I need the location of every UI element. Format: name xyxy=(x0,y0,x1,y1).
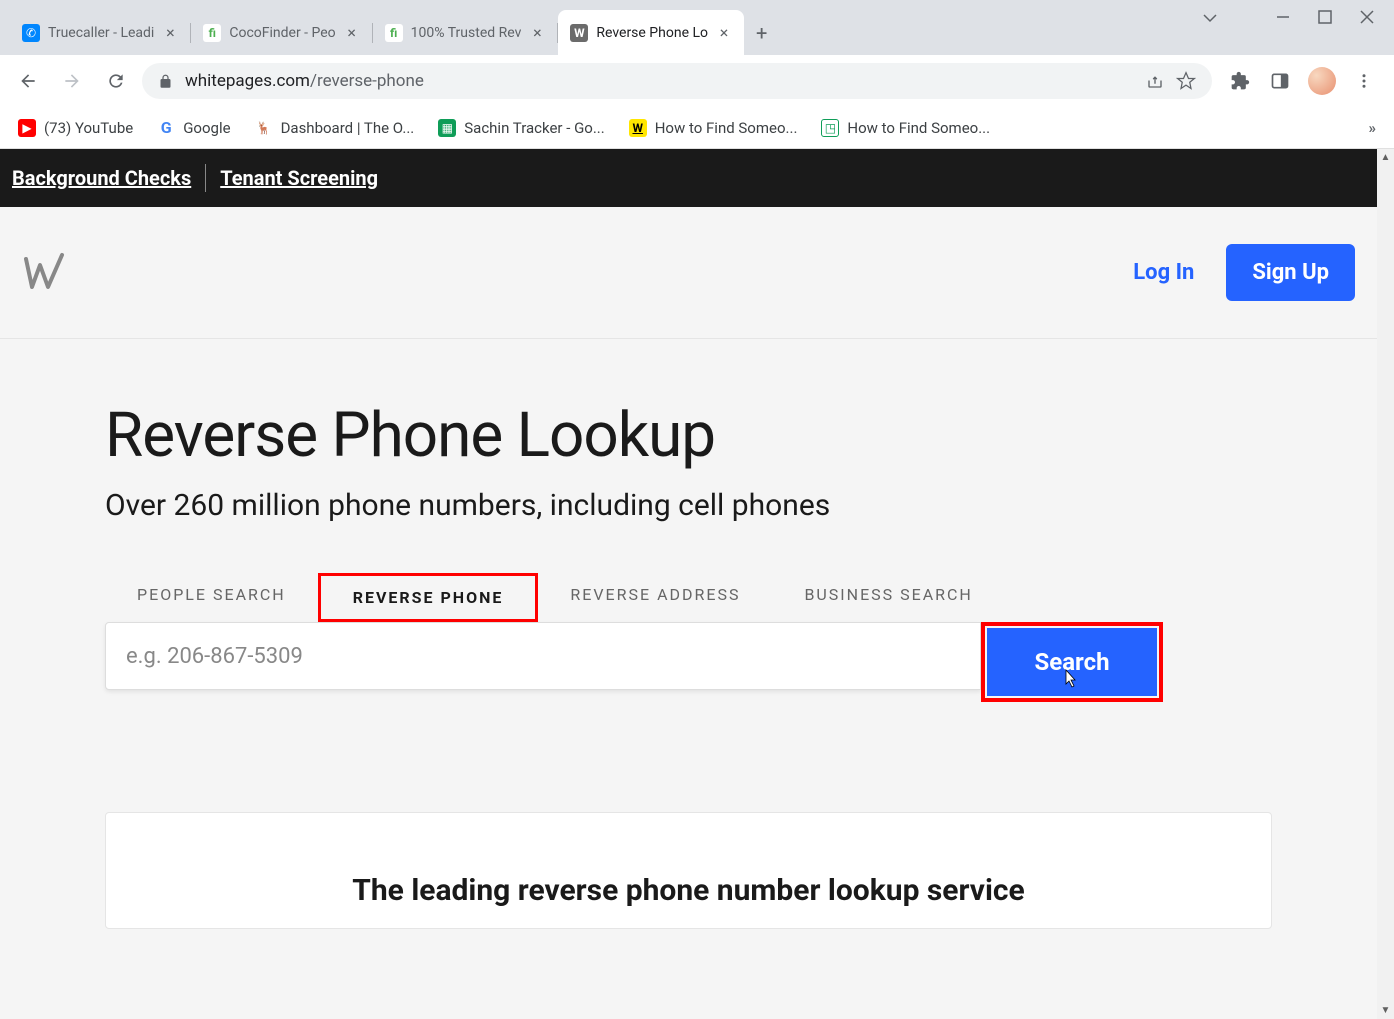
tab-100trusted[interactable]: fi 100% Trusted Rev × xyxy=(373,10,558,55)
browser-tab-strip: ✆ Truecaller - Leadi × fi CocoFinder - P… xyxy=(0,0,1394,55)
bookmark-dashboard[interactable]: 🦌 Dashboard | The O... xyxy=(255,119,415,137)
tab-reverse-address[interactable]: REVERSE ADDRESS xyxy=(538,573,772,622)
content-area: Background Checks Tenant Screening Log I… xyxy=(0,149,1394,1019)
search-box: Search xyxy=(105,622,1163,702)
menu-icon[interactable] xyxy=(1352,69,1376,93)
tab-people-search[interactable]: PEOPLE SEARCH xyxy=(105,573,318,622)
tab-truecaller[interactable]: ✆ Truecaller - Leadi × xyxy=(10,10,190,55)
doc-icon: ◳ xyxy=(821,119,839,137)
profile-avatar[interactable] xyxy=(1308,67,1336,95)
url-path: /reverse-phone xyxy=(310,71,424,91)
scroll-down-button[interactable]: ▼ xyxy=(1377,1002,1394,1019)
lock-icon xyxy=(158,74,173,89)
tab-reverse-phone[interactable]: REVERSE PHONE xyxy=(318,573,539,622)
bookmark-label: How to Find Someo... xyxy=(847,119,990,137)
extension-icons xyxy=(1220,67,1384,95)
url-input[interactable]: whitepages.com/reverse-phone xyxy=(142,63,1212,99)
search-button[interactable]: Search xyxy=(987,628,1157,696)
bookmark-google[interactable]: G Google xyxy=(157,119,230,137)
new-tab-button[interactable]: + xyxy=(744,13,779,53)
bookmark-how-to-find-1[interactable]: W How to Find Someo... xyxy=(629,119,798,137)
login-link[interactable]: Log In xyxy=(1133,260,1194,285)
vertical-scrollbar[interactable]: ▲ ▼ xyxy=(1377,149,1394,1019)
page-content: Background Checks Tenant Screening Log I… xyxy=(0,149,1377,1019)
bookmark-label: How to Find Someo... xyxy=(655,119,798,137)
close-icon[interactable]: × xyxy=(529,25,545,41)
tab-business-search[interactable]: BUSINESS SEARCH xyxy=(772,573,1004,622)
bookmark-label: (73) YouTube xyxy=(44,119,133,137)
close-icon[interactable]: × xyxy=(344,25,360,41)
bookmark-star-icon[interactable] xyxy=(1176,71,1196,91)
tab-whitepages[interactable]: W Reverse Phone Lo × xyxy=(558,10,744,55)
maximize-button[interactable] xyxy=(1318,10,1332,26)
background-checks-link[interactable]: Background Checks xyxy=(12,166,191,190)
scroll-up-button[interactable]: ▲ xyxy=(1377,149,1394,166)
reload-button[interactable] xyxy=(98,63,134,99)
sheets-icon: ▦ xyxy=(438,119,456,137)
url-host: whitepages.com xyxy=(185,71,310,91)
extensions-icon[interactable] xyxy=(1228,69,1252,93)
youtube-icon: ▶ xyxy=(18,119,36,137)
close-icon[interactable]: × xyxy=(716,25,732,41)
bookmarks-bar: ▶ (73) YouTube G Google 🦌 Dashboard | Th… xyxy=(0,107,1394,149)
page-title: Reverse Phone Lookup xyxy=(105,399,1377,472)
tenant-screening-link[interactable]: Tenant Screening xyxy=(220,166,378,190)
bookmark-label: Google xyxy=(183,119,230,137)
forward-button[interactable] xyxy=(54,63,90,99)
w-icon: W xyxy=(570,24,588,42)
top-black-bar: Background Checks Tenant Screening xyxy=(0,149,1377,207)
tab-title: Reverse Phone Lo xyxy=(596,25,708,41)
info-card: The leading reverse phone number lookup … xyxy=(105,812,1272,929)
bookmark-youtube[interactable]: ▶ (73) YouTube xyxy=(18,119,133,137)
tab-cocofinder[interactable]: fi CocoFinder - Peo × xyxy=(191,10,371,55)
divider xyxy=(205,164,206,192)
phone-search-input[interactable] xyxy=(105,622,981,690)
bookmark-label: Sachin Tracker - Go... xyxy=(464,119,604,137)
signup-button[interactable]: Sign Up xyxy=(1226,244,1355,301)
scroll-track[interactable] xyxy=(1377,166,1394,1002)
whitepages-logo[interactable] xyxy=(22,251,66,295)
search-tabs: PEOPLE SEARCH REVERSE PHONE REVERSE ADDR… xyxy=(105,573,1377,622)
tab-title: CocoFinder - Peo xyxy=(229,25,335,41)
bookmarks-overflow[interactable]: » xyxy=(1369,119,1377,137)
tab-title: Truecaller - Leadi xyxy=(48,25,154,41)
tab-title: 100% Trusted Rev xyxy=(411,25,522,41)
back-button[interactable] xyxy=(10,63,46,99)
google-icon: G xyxy=(157,119,175,137)
w-icon: W xyxy=(629,119,647,137)
side-panel-icon[interactable] xyxy=(1268,69,1292,93)
phone-icon: ✆ xyxy=(22,24,40,42)
window-controls xyxy=(1182,0,1394,36)
bookmark-sachin-tracker[interactable]: ▦ Sachin Tracker - Go... xyxy=(438,119,604,137)
site-header: Log In Sign Up xyxy=(0,207,1377,339)
page-subtitle: Over 260 million phone numbers, includin… xyxy=(105,488,1377,523)
minimize-button[interactable] xyxy=(1276,10,1290,26)
search-button-highlight: Search xyxy=(981,622,1163,702)
fi-icon: fi xyxy=(203,24,221,42)
close-icon[interactable]: × xyxy=(162,25,178,41)
tab-search-icon[interactable] xyxy=(1202,10,1218,26)
info-card-title: The leading reverse phone number lookup … xyxy=(146,873,1231,908)
tabs-container: ✆ Truecaller - Leadi × fi CocoFinder - P… xyxy=(10,10,779,55)
deer-icon: 🦌 xyxy=(255,119,273,137)
cursor-icon xyxy=(1063,668,1079,688)
address-bar: whitepages.com/reverse-phone xyxy=(0,55,1394,107)
bookmark-how-to-find-2[interactable]: ◳ How to Find Someo... xyxy=(821,119,990,137)
fi-icon: fi xyxy=(385,24,403,42)
bookmark-label: Dashboard | The O... xyxy=(281,119,415,137)
close-window-button[interactable] xyxy=(1360,10,1374,26)
share-icon[interactable] xyxy=(1146,72,1164,90)
main-content: Reverse Phone Lookup Over 260 million ph… xyxy=(0,339,1377,1019)
